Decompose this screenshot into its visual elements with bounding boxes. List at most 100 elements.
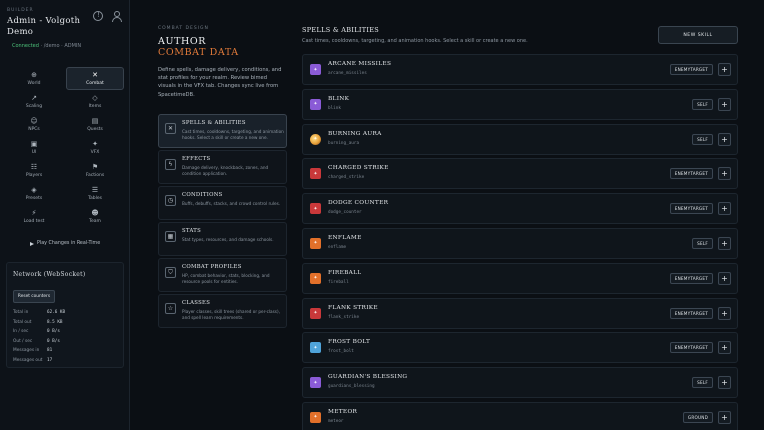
category-description: Damage delivery, knockback, zones, and c… <box>182 165 269 176</box>
add-skill-button[interactable]: + <box>718 306 731 320</box>
category-description: Player classes, skill trees (shared or p… <box>182 309 280 320</box>
stat-row: Total in 62.6 KB <box>13 308 113 318</box>
nav-item-load-test[interactable]: ⚡ Load test <box>5 205 63 228</box>
shield-icon: ◇ <box>92 93 98 102</box>
nav-item-world[interactable]: ⊕ World <box>5 67 63 90</box>
shield-icon: ⛉ <box>165 267 176 278</box>
new-skill-button[interactable]: NEW SKILL <box>658 26 738 44</box>
play-realtime-button[interactable]: Play Changes in Real-Time <box>30 241 100 246</box>
skills-title: SPELLS & ABILITIES <box>302 26 379 34</box>
skill-id: burning_aura <box>328 140 360 146</box>
network-stats: Total in 62.6 KB Total out 8.5 KB In / sec 0 … <box>13 308 113 365</box>
clock-icon: ◷ <box>165 195 176 206</box>
skill-name: CHARGED STRIKE <box>328 165 389 172</box>
stat-value: 62.6 KB <box>47 310 66 316</box>
skill-target-badge[interactable]: ENEMYTARGET <box>669 272 713 284</box>
stat-row: Messages in 81 <box>13 346 113 356</box>
category-name: SPELLS & ABILITIES <box>182 120 246 126</box>
npc-icon: ☺ <box>30 116 38 125</box>
nav-item-label: Players <box>25 172 43 178</box>
category-card[interactable]: ✕ SPELLS & ABILITIES Cast times, cooldowns… <box>158 114 287 148</box>
nav-item-tables[interactable]: ☰ Tables <box>66 182 124 205</box>
skill-row[interactable]: ✦ METEOR meteor GROUND + <box>302 401 738 430</box>
chart-icon: ▦ <box>165 231 176 242</box>
add-skill-button[interactable]: + <box>718 410 731 424</box>
skill-row[interactable]: ✦ FROST BOLT frost_bolt ENEMYTARGET + <box>302 332 738 364</box>
nav-item-combat[interactable]: ✕ Combat <box>66 67 124 90</box>
add-skill-button[interactable]: + <box>718 97 731 111</box>
stat-row: In / sec 0 B/s <box>13 327 113 337</box>
skill-id: charged_strike <box>328 175 365 181</box>
skill-name: FLANK STRIKE <box>328 304 378 311</box>
add-skill-button[interactable]: + <box>718 132 731 146</box>
skill-row[interactable]: ✦ FLANK STRIKE flank_strike ENEMYTARGET + <box>302 297 738 329</box>
nav-item-presets[interactable]: ◈ Presets <box>5 182 63 205</box>
add-skill-button[interactable]: + <box>718 167 731 181</box>
skill-icon: ✦ <box>310 64 321 75</box>
nav-item-label: Team <box>89 218 101 224</box>
skill-row[interactable]: ✦ ARCANE MISSILES arcane_missiles ENEMYTARG… <box>302 54 738 85</box>
skill-target-badge[interactable]: SELF <box>692 237 713 249</box>
skill-target-badge[interactable]: SELF <box>692 377 713 389</box>
nav-item-team[interactable]: ☻ Team <box>66 205 124 228</box>
skill-row[interactable]: ✦ GUARDIAN'S BLESSING guardians_blessing SE… <box>302 367 738 399</box>
stat-value: 81 <box>47 348 53 354</box>
skill-row[interactable]: ✦ BURNING AURA burning_aura SELF + <box>302 123 738 155</box>
skill-icon: ✦ <box>310 377 321 389</box>
stat-label: In / sec <box>13 329 29 335</box>
reset-counters-button[interactable]: Reset counters <box>13 290 55 303</box>
skill-row[interactable]: ✦ FIREBALL fireball ENEMYTARGET + <box>302 262 738 294</box>
category-card[interactable]: ☆ CLASSES Player classes, skill trees (sha… <box>158 294 287 328</box>
add-skill-button[interactable]: + <box>718 271 731 285</box>
nav-item-npcs[interactable]: ☺ NPCs <box>5 113 63 136</box>
skill-target-badge[interactable]: ENEMYTARGET <box>669 168 713 180</box>
team-icon: ☻ <box>91 208 99 217</box>
skill-target-badge[interactable]: SELF <box>692 98 713 110</box>
nav-item-scaling[interactable]: ↗ Scaling <box>5 90 63 113</box>
add-skill-button[interactable]: + <box>718 376 731 390</box>
presets-icon: ◈ <box>31 185 37 194</box>
category-card[interactable]: ◷ CONDITIONS Buffs, debuffs, stacks, and c… <box>158 186 287 220</box>
skill-target-badge[interactable]: ENEMYTARGET <box>669 64 713 75</box>
category-description: Buffs, debuffs, stacks, and crowd contro… <box>182 201 281 206</box>
category-description: Cast times, cooldowns, targeting, and an… <box>182 129 284 140</box>
skill-icon: ✦ <box>310 168 321 180</box>
nav-item-label: VFX <box>90 149 100 155</box>
category-card[interactable]: ϟ EFFECTS Damage delivery, knockback, zone… <box>158 150 287 184</box>
add-skill-button[interactable]: + <box>718 63 731 76</box>
skill-target-badge[interactable]: ENEMYTARGET <box>669 307 713 319</box>
add-skill-button[interactable]: + <box>718 202 731 216</box>
skill-target-badge[interactable]: ENEMYTARGET <box>669 342 713 354</box>
skill-row[interactable]: ✦ CHARGED STRIKE charged_strike ENEMYTARGET… <box>302 158 738 190</box>
skill-target-badge[interactable]: SELF <box>692 133 713 145</box>
skills-panel: SPELLS & ABILITIES Cast times, cooldowns… <box>299 0 764 430</box>
user-icon[interactable] <box>111 11 122 22</box>
skill-id: arcane_missiles <box>328 71 367 76</box>
stat-label: Total out <box>13 319 32 325</box>
skill-name: BLINK <box>328 95 350 102</box>
nav-item-vfx[interactable]: ✦ VFX <box>66 136 124 159</box>
skill-target-badge[interactable]: ENEMYTARGET <box>669 203 713 215</box>
network-panel: Network (WebSocket) Reset counters Total… <box>6 262 124 368</box>
skill-target-badge[interactable]: GROUND <box>682 411 713 423</box>
star-icon: ☆ <box>165 303 176 314</box>
category-card[interactable]: ▦ STATS Stat types, resources, and damage … <box>158 222 287 256</box>
skill-row[interactable]: ✦ DODGE COUNTER dodge_counter ENEMYTARGET + <box>302 193 738 225</box>
bolt-icon: ϟ <box>165 159 176 170</box>
alert-icon[interactable] <box>93 11 103 21</box>
nav-item-items[interactable]: ◇ Items <box>66 90 124 113</box>
add-skill-button[interactable]: + <box>718 341 731 355</box>
nav-item-quests[interactable]: ▤ Quests <box>66 113 124 136</box>
add-skill-button[interactable]: + <box>718 236 731 250</box>
skill-row[interactable]: ✦ BLINK blink SELF + <box>302 88 738 120</box>
page-subtitle: COMBAT DATA <box>158 47 239 58</box>
skill-row[interactable]: ✦ ENFLAME enflame SELF + <box>302 227 738 259</box>
category-card[interactable]: ⛉ COMBAT PROFILES HP, combat behavior, sta… <box>158 258 287 292</box>
category-list: ✕ SPELLS & ABILITIES Cast times, cooldowns… <box>158 114 287 330</box>
nav-item-players[interactable]: ☷ Players <box>5 159 63 182</box>
skill-name: ARCANE MISSILES <box>328 61 392 67</box>
nav-item-factions[interactable]: ⚑ Factions <box>66 159 124 182</box>
nav-item-ui[interactable]: ▣ UI <box>5 136 63 159</box>
skill-icon: ✦ <box>310 237 321 249</box>
category-description: Stat types, resources, and damage school… <box>182 237 274 242</box>
